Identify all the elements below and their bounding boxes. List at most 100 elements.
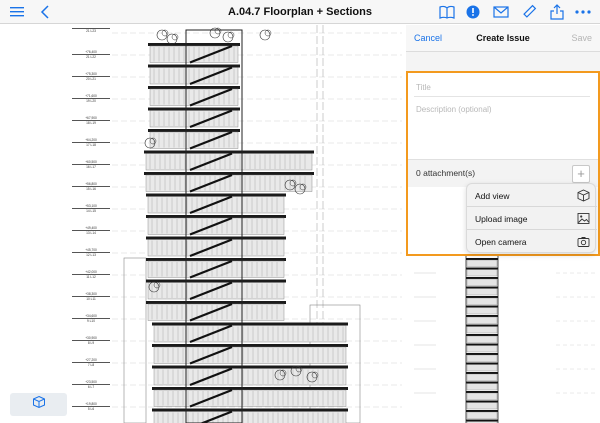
floor-slab: [146, 279, 286, 283]
level-name: 13 L14: [86, 231, 96, 235]
floor-slab: [466, 277, 498, 279]
floor-slab: [466, 400, 498, 403]
level-marker: +60,500 16 L17: [70, 160, 112, 169]
floor-slab: [152, 322, 348, 326]
facade-band: [466, 392, 498, 400]
facade-band: [466, 345, 498, 353]
level-name: 9 L10: [87, 319, 95, 323]
level-name: 17 L18: [86, 143, 96, 147]
floor-slab: [466, 362, 498, 365]
floor-slab: [148, 107, 240, 111]
level-marker: +56,800 15 L16: [70, 182, 112, 191]
facade-band: [466, 411, 498, 419]
floor-slab: [466, 353, 498, 355]
facade-band: [466, 326, 498, 334]
level-marker: +19,800 5 L6: [70, 402, 112, 411]
mail-icon[interactable]: [492, 3, 510, 21]
facade-band: [147, 260, 285, 278]
ruler-icon[interactable]: [520, 3, 538, 21]
facade-band: [466, 269, 498, 277]
level-name: 8 L9: [87, 341, 95, 345]
floor-slab: [466, 315, 498, 317]
facade-band: [145, 153, 313, 171]
attachment-menu: Add view Upload image Open camera: [466, 183, 597, 253]
tree: [222, 31, 234, 43]
floor-slab: [146, 193, 286, 197]
facade-band: [466, 364, 498, 372]
level-marker: +71,600 19 L20: [70, 94, 112, 103]
level-marker: +42,000 11 L12: [70, 270, 112, 279]
book-icon[interactable]: [438, 3, 456, 21]
floor-slab: [466, 258, 498, 260]
panel-header: Cancel Create Issue Save: [406, 25, 600, 52]
level-name: 6 L7: [87, 385, 95, 389]
level-name: 10 L11: [86, 297, 96, 301]
level-marker: +75,300 20 L21: [70, 63, 112, 89]
level-marker: +38,300 10 L11: [70, 292, 112, 301]
floor-slab: [466, 267, 498, 270]
description-input[interactable]: Description (optional): [414, 100, 590, 120]
floor-slab: [466, 305, 498, 308]
facade-band: [466, 307, 498, 315]
floor-slab: [466, 372, 498, 374]
level-name: 7 L8: [87, 363, 95, 367]
floor-slab: [466, 343, 498, 346]
camera-icon: [577, 235, 590, 248]
attachment-count: 0 attachment(s): [416, 168, 476, 178]
cube-icon: [577, 189, 590, 202]
menu-item-upload-image[interactable]: Upload image: [467, 207, 597, 230]
tree: [166, 33, 178, 45]
more-icon[interactable]: [574, 3, 592, 21]
facade-band: [147, 239, 285, 257]
floor-slab: [152, 365, 348, 369]
level-name: 19 L20: [86, 99, 96, 103]
floor-slab: [152, 344, 348, 347]
floor-slab: [466, 286, 498, 289]
floor-slab: [152, 387, 348, 390]
3d-cube-icon: [32, 395, 46, 414]
tree: [259, 29, 271, 41]
floor-slab: [146, 236, 286, 240]
floor-slab: [148, 86, 240, 89]
3d-view-button[interactable]: [10, 393, 67, 416]
level-name: 11 L12: [86, 275, 96, 279]
floor-slab: [466, 391, 498, 393]
floor-slab: [466, 419, 498, 422]
facade-band: [147, 217, 285, 235]
menu-item-open-camera[interactable]: Open camera: [467, 230, 597, 253]
facade-band: [466, 288, 498, 296]
save-button[interactable]: Save: [571, 33, 592, 43]
facade-band: [147, 196, 285, 214]
facade-band: [466, 383, 498, 391]
tree: [156, 29, 168, 41]
facade-band: [147, 282, 285, 300]
facade-band: [466, 278, 498, 286]
level-marker: +67,900 18 L19: [70, 116, 112, 125]
level-marker: +64,200 17 L18: [70, 138, 112, 147]
floor-slab: [148, 43, 240, 46]
level-name: 20 L21: [86, 77, 96, 81]
issue-badge-icon[interactable]: [464, 3, 482, 21]
level-name: 21 L23: [86, 29, 96, 33]
level-name: 15 L16: [86, 187, 96, 191]
level-name: 5 L6: [87, 407, 95, 411]
level-marker: +23,500 6 L7: [70, 371, 112, 397]
floor-slab: [152, 408, 348, 412]
level-marker: 21 L23: [70, 28, 112, 33]
level-name: 18 L19: [86, 121, 96, 125]
facade-band: [466, 402, 498, 410]
level-name: 16 L17: [86, 165, 96, 169]
menu-item-add-view[interactable]: Add view: [467, 184, 597, 207]
title-input[interactable]: Title: [414, 79, 590, 97]
level-marker: +49,400 13 L14: [70, 226, 112, 235]
facade-band: [466, 335, 498, 343]
floor-slab: [146, 301, 286, 304]
level-name: 14 L15: [86, 209, 96, 213]
add-attachment-button[interactable]: +: [572, 165, 590, 183]
podium-outline: [123, 257, 147, 423]
share-icon[interactable]: [548, 3, 566, 21]
floor-slab: [148, 129, 240, 132]
floor-slab: [144, 172, 314, 175]
level-marker: +30,900 8 L9: [70, 336, 112, 345]
level-markers: 21 L23 +76,400 21 L22 +75,300 20 L21 +71,600 1…: [70, 25, 112, 423]
